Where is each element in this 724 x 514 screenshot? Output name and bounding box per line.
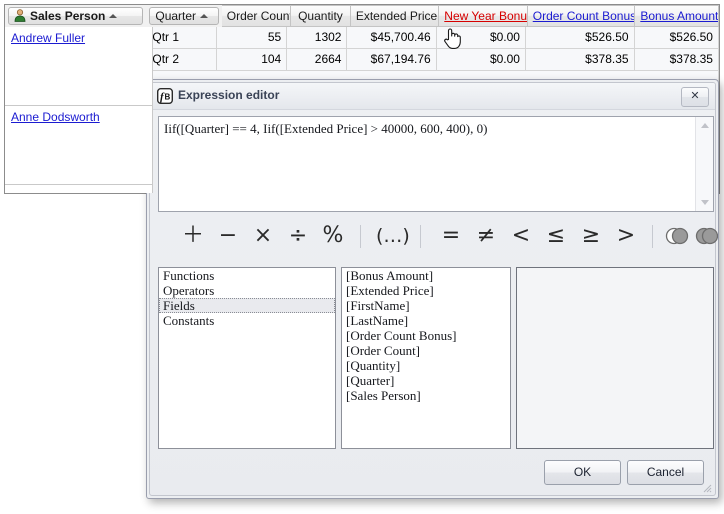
column-header-label: Quarter: [155, 9, 196, 23]
multiply-button[interactable]: ×: [248, 219, 278, 253]
column-header-new-year-bonus[interactable]: New Year Bonus: [439, 5, 527, 27]
equal-button[interactable]: =: [436, 219, 466, 253]
sales-person-link[interactable]: Andrew Fuller: [11, 31, 85, 45]
cell-bonus-amount: $378.35: [635, 49, 719, 71]
operator-toolbar: ＋ − × ÷ % (…) = ≠ < ≤ ≥ >: [158, 219, 714, 257]
cell-new-year-bonus: $0.00: [437, 49, 526, 71]
column-header-label: Sales Person: [30, 9, 105, 23]
sort-ascending-icon: [200, 14, 208, 18]
dialog-title: Expression editor: [178, 88, 279, 102]
cell-quantity: 1302: [287, 27, 347, 49]
cell-new-year-bonus: $0.00: [437, 27, 526, 49]
function-fx-icon: f B: [157, 88, 173, 104]
dialog-button-row: OK Cancel: [150, 451, 715, 495]
category-item-constants[interactable]: Constants: [159, 313, 335, 328]
person-icon: [14, 9, 26, 22]
sales-person-link[interactable]: Anne Dodsworth: [11, 110, 100, 124]
scroll-down-icon[interactable]: [696, 194, 713, 211]
resize-grip[interactable]: [700, 481, 712, 493]
greater-or-equal-button[interactable]: ≥: [576, 219, 606, 253]
cell-bonus-amount: $526.50: [635, 27, 719, 49]
list-item[interactable]: [LastName]: [342, 313, 510, 328]
dialog-title-bar[interactable]: f B Expression editor ✕: [150, 83, 715, 110]
list-item[interactable]: [Sales Person]: [342, 388, 510, 403]
column-header-bonus-amount[interactable]: Bonus Amount: [635, 5, 719, 27]
list-item[interactable]: [FirstName]: [342, 298, 510, 313]
column-header-quarter[interactable]: Quarter: [149, 7, 218, 25]
cell-order-count: 104: [217, 49, 287, 71]
cell-extended-price: $67,194.76: [347, 49, 436, 71]
category-item-operators[interactable]: Operators: [159, 283, 335, 298]
list-item[interactable]: [Order Count]: [342, 343, 510, 358]
category-item-fields[interactable]: Fields: [159, 298, 335, 313]
cell-order-count-bonus: $526.50: [526, 27, 635, 49]
percent-button[interactable]: %: [318, 219, 348, 253]
toolbar-separator: [420, 225, 421, 248]
cell-quarter: Qtr 1: [147, 27, 217, 49]
parentheses-button[interactable]: (…): [376, 219, 406, 253]
column-header-sales-person[interactable]: Sales Person: [8, 7, 143, 25]
column-header-label: Order Count: [227, 9, 291, 23]
ok-button[interactable]: OK: [544, 460, 621, 485]
and-icon[interactable]: [664, 227, 690, 245]
sort-ascending-icon: [109, 14, 117, 18]
toolbar-separator: [360, 225, 361, 248]
column-header-label: New Year Bonus: [444, 9, 527, 23]
expression-editor-dialog: f B Expression editor ✕ Iif([Quarter] ==…: [146, 79, 719, 499]
plus-button[interactable]: ＋: [178, 219, 208, 253]
divide-button[interactable]: ÷: [283, 219, 313, 253]
toolbar-separator: [652, 225, 653, 248]
column-header-label: Extended Price: [356, 9, 437, 23]
grid-header-row: Sales Person Quarter Order Count Quantit…: [5, 5, 719, 27]
or-icon[interactable]: [694, 227, 719, 245]
column-header-extended-price[interactable]: Extended Price: [351, 5, 439, 27]
column-header-quantity[interactable]: Quantity: [291, 5, 351, 27]
scroll-up-icon[interactable]: [696, 117, 713, 134]
list-item[interactable]: [Order Count Bonus]: [342, 328, 510, 343]
cell-extended-price: $45,700.46: [347, 27, 436, 49]
expression-scrollbar[interactable]: [695, 117, 713, 211]
not-equal-button[interactable]: ≠: [471, 219, 501, 253]
group-column-sales-person: Andrew Fuller Anne Dodsworth: [5, 27, 153, 193]
cell-order-count: 55: [217, 27, 287, 49]
cell-quantity: 2664: [287, 49, 347, 71]
list-item[interactable]: [Extended Price]: [342, 283, 510, 298]
cancel-button[interactable]: Cancel: [627, 460, 704, 485]
column-header-order-count[interactable]: Order Count: [222, 5, 291, 27]
column-header-label: Bonus Amount: [640, 9, 718, 23]
column-header-order-count-bonus[interactable]: Order Count Bonus: [528, 5, 636, 27]
minus-button[interactable]: −: [213, 219, 243, 253]
field-listbox[interactable]: [Bonus Amount] [Extended Price] [FirstNa…: [341, 267, 511, 449]
category-item-functions[interactable]: Functions: [159, 268, 335, 283]
description-panel: [516, 267, 714, 449]
column-header-label: Quantity: [298, 9, 343, 23]
cell-order-count-bonus: $378.35: [526, 49, 635, 71]
list-item[interactable]: [Bonus Amount]: [342, 268, 510, 283]
category-listbox[interactable]: Functions Operators Fields Constants: [158, 267, 336, 449]
greater-than-button[interactable]: >: [611, 219, 641, 253]
expression-text[interactable]: Iif([Quarter] == 4, Iif([Extended Price]…: [164, 121, 693, 137]
column-header-label: Order Count Bonus: [533, 9, 636, 23]
list-item[interactable]: [Quantity]: [342, 358, 510, 373]
close-icon[interactable]: ✕: [681, 87, 709, 107]
dialog-inner-frame: f B Expression editor ✕ Iif([Quarter] ==…: [149, 82, 716, 496]
svg-text:B: B: [165, 93, 171, 102]
expression-input-area[interactable]: Iif([Quarter] == 4, Iif([Extended Price]…: [158, 116, 714, 212]
cell-quarter: Qtr 2: [147, 49, 217, 71]
less-than-button[interactable]: <: [506, 219, 536, 253]
list-item[interactable]: [Quarter]: [342, 373, 510, 388]
group-row-anne-dodsworth[interactable]: Anne Dodsworth: [5, 106, 152, 185]
group-row-andrew-fuller[interactable]: Andrew Fuller: [5, 27, 152, 106]
less-or-equal-button[interactable]: ≤: [541, 219, 571, 253]
